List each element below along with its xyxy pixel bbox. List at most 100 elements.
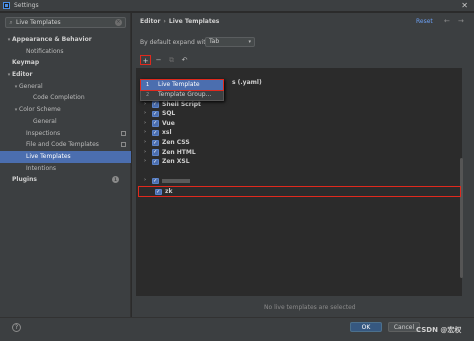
template-group-label: zk xyxy=(165,188,173,195)
template-group-row[interactable]: › ✓ xyxy=(136,176,462,186)
template-group-label: Vue xyxy=(162,119,175,127)
forward-arrow-icon[interactable]: → xyxy=(458,17,464,25)
template-group-row[interactable]: › ✓ Zen CSS xyxy=(136,138,462,148)
intellij-logo-icon xyxy=(3,2,10,9)
breadcrumb: Editor › Live Templates xyxy=(140,18,219,25)
template-group-row[interactable]: › ✓ Zen XSL xyxy=(136,157,462,167)
template-group-label: xsl xyxy=(162,129,172,137)
templates-toolbar: + − ⧉ ↶ xyxy=(140,55,192,65)
tree-item-label: Inspections xyxy=(26,129,61,137)
template-group-row[interactable]: › ✓ Shell Script xyxy=(136,100,462,110)
template-group-label: SQL xyxy=(162,110,176,118)
template-group-label: Zen XSL xyxy=(162,158,190,166)
tree-item[interactable]: Intentions xyxy=(0,163,131,175)
chevron-right-icon[interactable]: › xyxy=(144,100,146,110)
ok-button[interactable]: OK xyxy=(350,322,382,332)
chevron-right-icon[interactable]: › xyxy=(144,148,146,158)
tree-item[interactable]: ▾ General xyxy=(0,81,131,93)
group-checkbox[interactable]: ✓ xyxy=(152,110,159,118)
template-group-row[interactable]: › ✓ SQL xyxy=(136,109,462,119)
breadcrumb-separator: › xyxy=(163,18,166,25)
reset-link[interactable]: Reset xyxy=(416,18,433,25)
search-icon: ⌕ xyxy=(9,18,13,26)
add-menu-popup: 1 Live Template 2 Template Group... xyxy=(140,79,224,101)
undo-button[interactable]: ↶ xyxy=(179,55,190,65)
chevron-right-icon[interactable]: › xyxy=(144,176,146,186)
tree-item-label: Plugins xyxy=(12,176,37,184)
tree-item[interactable]: Inspections xyxy=(0,128,131,140)
tree-item[interactable]: ▾ Editor xyxy=(0,69,131,81)
redacted-label xyxy=(162,176,190,186)
tree-item-label: Keymap xyxy=(12,59,40,67)
group-checkbox[interactable]: ✓ xyxy=(152,158,159,166)
expand-with-select[interactable]: Tab ▾ xyxy=(205,37,255,47)
tree-item-label: Appearance & Behavior xyxy=(12,36,92,43)
group-checkbox[interactable]: ✓ xyxy=(152,177,159,185)
tree-item-label: Code Completion xyxy=(33,94,85,102)
search-value[interactable]: Live Templates xyxy=(16,19,61,26)
expand-with-label: By default expand with xyxy=(140,39,210,46)
chevron-right-icon[interactable]: › xyxy=(144,138,146,148)
menu-item-label: Template Group... xyxy=(158,91,212,98)
template-group-row[interactable]: › ✓ Zen HTML xyxy=(136,148,462,158)
chevron-right-icon[interactable]: › xyxy=(144,157,146,167)
group-checkbox[interactable]: ✓ xyxy=(152,129,159,137)
chevron-down-icon: ▾ xyxy=(248,39,251,45)
new-template-group-row[interactable]: ✓ zk xyxy=(138,186,461,197)
group-checkbox[interactable]: ✓ xyxy=(152,120,159,127)
watermark: CSDN @宏权 xyxy=(416,326,462,334)
settings-sidebar: ⌕ Live Templates × ▾ Appearance & Behavio… xyxy=(0,13,131,317)
title-bar: Settings ✕ xyxy=(0,0,474,12)
menu-item-live-template[interactable]: 1 Live Template xyxy=(140,79,224,91)
window-title: Settings xyxy=(14,2,39,9)
tree-item[interactable]: ▾ Color Scheme xyxy=(0,104,131,116)
menu-item-number: 1 xyxy=(146,82,150,88)
clear-search-icon[interactable]: × xyxy=(115,19,122,26)
template-group-label: Zen HTML xyxy=(162,148,196,156)
group-checkbox[interactable]: ✓ xyxy=(152,139,159,146)
template-group-row[interactable]: › ✓ xsl xyxy=(136,128,462,138)
breadcrumb-editor: Editor xyxy=(140,18,161,25)
plugin-count-badge: 1 xyxy=(112,176,119,184)
help-icon[interactable]: ? xyxy=(12,323,21,332)
tree-item-label: Notifications xyxy=(26,47,64,55)
tree-item-label: General xyxy=(19,82,43,90)
template-group-label: Zen CSS xyxy=(162,139,190,146)
tree-item-label: Live Templates xyxy=(26,152,71,160)
group-checkbox[interactable]: ✓ xyxy=(152,149,159,156)
project-scope-icon xyxy=(121,142,126,148)
copy-button[interactable]: ⧉ xyxy=(166,55,177,65)
template-group-row[interactable]: › ✓ Vue xyxy=(136,119,462,129)
tree-item[interactable]: Notifications xyxy=(0,46,131,58)
menu-item-label: Live Template xyxy=(158,81,200,88)
add-button[interactable]: + xyxy=(140,55,151,65)
tree-item[interactable]: File and Code Templates xyxy=(0,139,131,151)
settings-search-input[interactable]: ⌕ Live Templates × xyxy=(5,17,126,28)
tree-item-label: Editor xyxy=(12,71,33,79)
chevron-right-icon[interactable]: › xyxy=(144,119,146,129)
menu-item-number: 2 xyxy=(146,92,150,98)
chevron-right-icon[interactable]: › xyxy=(144,109,146,119)
back-arrow-icon[interactable]: ← xyxy=(444,17,450,25)
tree-item[interactable]: ▾ Appearance & Behavior xyxy=(0,34,131,46)
chevron-right-icon[interactable]: › xyxy=(144,128,146,138)
expand-with-value: Tab xyxy=(209,38,220,45)
tree-item-label: Color Scheme xyxy=(19,106,61,114)
tree-item[interactable]: General xyxy=(0,116,131,128)
breadcrumb-live-templates: Live Templates xyxy=(168,18,220,25)
tree-item[interactable]: Live Templates xyxy=(0,150,131,163)
group-checkbox[interactable]: ✓ xyxy=(155,188,162,195)
tree-item[interactable]: Plugins 1 xyxy=(0,174,131,186)
settings-tree: ▾ Appearance & Behavior Notifications Keyma… xyxy=(0,34,131,186)
dialog-footer: ? OK Cancel CSDN @宏权 xyxy=(0,317,474,341)
empty-selection-message: No live templates are selected xyxy=(264,304,356,311)
template-group-label: Shell Script xyxy=(162,100,201,108)
close-icon[interactable]: ✕ xyxy=(461,1,468,10)
group-checkbox[interactable]: ✓ xyxy=(152,101,159,108)
menu-item-template-group[interactable]: 2 Template Group... xyxy=(141,90,223,100)
tree-item[interactable]: Keymap xyxy=(0,57,131,69)
tree-item[interactable]: Code Completion xyxy=(0,92,131,104)
remove-button[interactable]: − xyxy=(153,55,164,65)
tree-item-label: Intentions xyxy=(26,164,57,172)
templates-list[interactable]: s (.yaml) No live templates are selected… xyxy=(136,68,463,311)
